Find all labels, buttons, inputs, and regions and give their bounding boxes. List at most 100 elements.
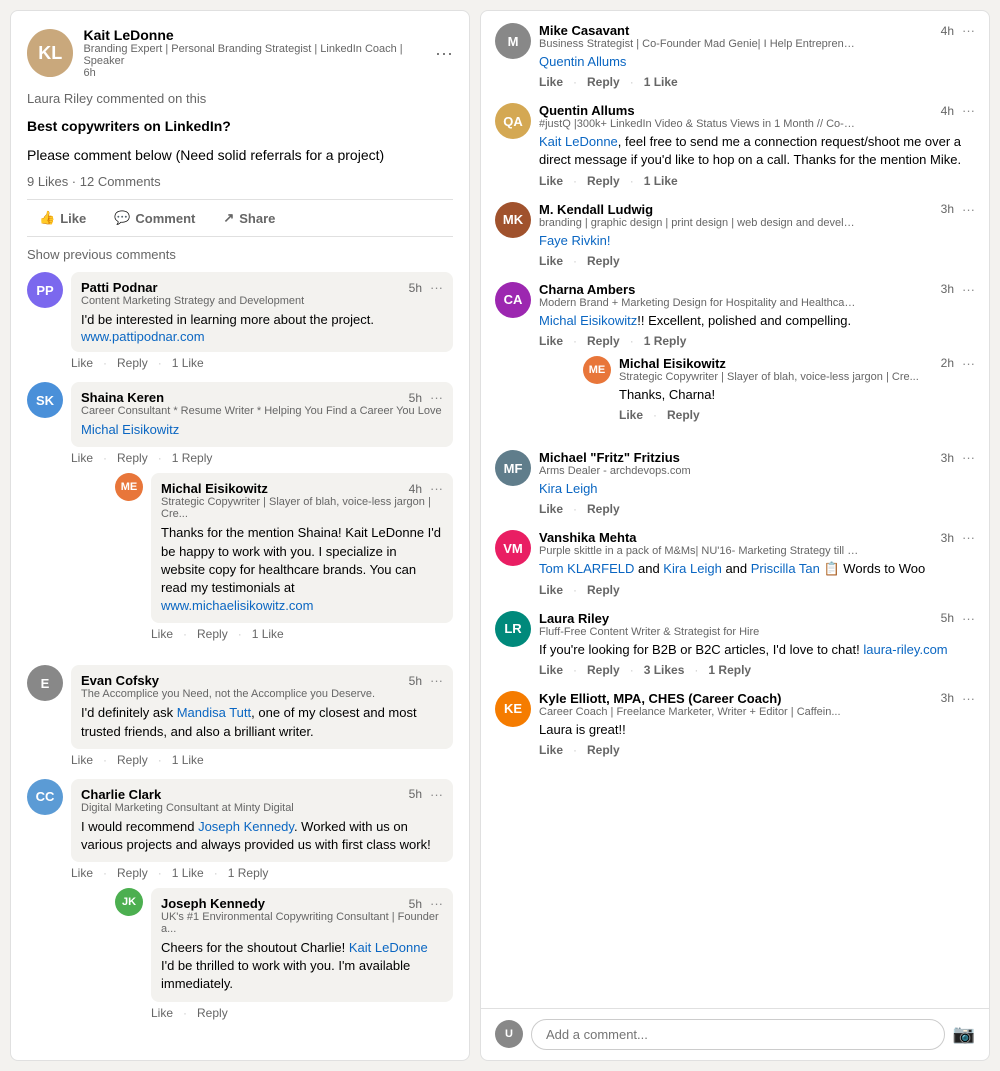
charna-reply-action[interactable]: Reply [587, 334, 620, 348]
rcomment-laura-dots[interactable]: ··· [962, 611, 975, 626]
rcomment-michael-fritz-dots[interactable]: ··· [962, 450, 975, 465]
rcomment-kyle-text: Laura is great!! [539, 721, 975, 739]
vanshika-mention2[interactable]: Kira Leigh [663, 561, 722, 576]
notification-text: Laura Riley commented on this [27, 91, 453, 106]
comment-evan-name: Evan Cofsky [81, 673, 159, 688]
rcomment-michal2-dots[interactable]: ··· [962, 356, 975, 371]
comment-charlie-meta: Like · Reply · 1 Like · 1 Reply [71, 866, 453, 880]
laura-link[interactable]: laura-riley.com [863, 642, 947, 657]
comment-evan-dots[interactable]: ··· [430, 673, 443, 688]
rcomment-charna-body: Charna Ambers Modern Brand + Marketing D… [539, 282, 975, 436]
avatar-patti: PP [27, 272, 63, 308]
comment-michal-header: Michal Eisikowitz 4h ··· [161, 481, 443, 496]
rcomment-vanshika-dots[interactable]: ··· [962, 530, 975, 545]
kendall-mention[interactable]: Faye Rivkin! [539, 233, 611, 248]
vanshika-reply-action[interactable]: Reply [587, 583, 620, 597]
comment-patti-link[interactable]: www.pattipodnar.com [81, 329, 443, 344]
post-header-left: KL Kait LeDonne Branding Expert | Person… [27, 27, 435, 79]
mike-reply-action[interactable]: Reply [587, 75, 620, 89]
camera-icon[interactable]: 📷 [953, 1024, 975, 1045]
rcomment-mike-text: Quentin Allums [539, 53, 975, 71]
patti-like-action[interactable]: Like [71, 356, 93, 370]
mike-like-action[interactable]: Like [539, 75, 563, 89]
comment-charlie: CC Charlie Clark 5h ··· Digital Marketin… [27, 779, 453, 1032]
joseph-like-action[interactable]: Like [151, 1006, 173, 1020]
post-more-button[interactable]: ··· [435, 43, 453, 64]
evan-like-action[interactable]: Like [71, 753, 93, 767]
like-button[interactable]: 👍 Like [27, 204, 98, 232]
comment-joseph-role: UK's #1 Environmental Copywriting Consul… [161, 911, 443, 935]
michal2-reply-action[interactable]: Reply [667, 408, 700, 422]
comment-michal-meta: Like · Reply · 1 Like [151, 627, 453, 641]
evan-mention[interactable]: Mandisa Tutt [177, 705, 251, 720]
rcomment-kendall-name: M. Kendall Ludwig [539, 202, 859, 217]
comment-patti-text: I'd be interested in learning more about… [81, 311, 443, 329]
comment-michal-dots[interactable]: ··· [430, 481, 443, 496]
rcomment-kendall-title: branding | graphic design | print design… [539, 217, 859, 229]
comment-joseph-dots[interactable]: ··· [430, 896, 443, 911]
patti-reply-action[interactable]: Reply [117, 356, 148, 370]
add-comment-input[interactable] [531, 1019, 945, 1050]
charlie-like-action[interactable]: Like [71, 866, 93, 880]
comment-patti-dots[interactable]: ··· [430, 280, 443, 295]
show-previous-comments[interactable]: Show previous comments [27, 247, 453, 262]
rcomment-mike-name: Mike Casavant [539, 23, 859, 38]
comment-joseph-time: 5h [409, 897, 422, 911]
rcomment-charna-dots[interactable]: ··· [962, 282, 975, 297]
rcomment-quentin: QA Quentin Allums #justQ |300k+ LinkedIn… [495, 103, 975, 187]
comment-shaina-header: Shaina Keren 5h ··· [81, 390, 443, 405]
joseph-mention[interactable]: Kait LeDonne [349, 940, 428, 955]
avatar-michal2-r: ME [583, 356, 611, 384]
fritz-mention[interactable]: Kira Leigh [539, 481, 598, 496]
poster-title: Branding Expert | Personal Branding Stra… [83, 43, 435, 67]
joseph-reply-action[interactable]: Reply [197, 1006, 228, 1020]
vanshika-like-action[interactable]: Like [539, 583, 563, 597]
shaina-reply-action[interactable]: Reply [117, 451, 148, 465]
evan-reply-action[interactable]: Reply [117, 753, 148, 767]
quentin-reply-action[interactable]: Reply [587, 174, 620, 188]
comment-joseph-body: Joseph Kennedy 5h ··· UK's #1 Environmen… [151, 888, 453, 1020]
charna-like-action[interactable]: Like [539, 334, 563, 348]
laura-likes-count: 3 Likes [644, 663, 685, 677]
rcomment-mike-dots[interactable]: ··· [962, 23, 975, 38]
rcomment-quentin-dots[interactable]: ··· [962, 103, 975, 118]
laura-like-action[interactable]: Like [539, 663, 563, 677]
shaina-like-action[interactable]: Like [71, 451, 93, 465]
comment-button[interactable]: 💬 Comment [102, 204, 207, 232]
laura-reply-action[interactable]: Reply [587, 663, 620, 677]
vanshika-mention1[interactable]: Tom KLARFELD [539, 561, 634, 576]
charna-mention[interactable]: Michal Eisikowitz [539, 313, 637, 328]
vanshika-mention3[interactable]: Priscilla Tan [751, 561, 820, 576]
rcomment-kyle: KE Kyle Elliott, MPA, CHES (Career Coach… [495, 691, 975, 757]
quentin-like-action[interactable]: Like [539, 174, 563, 188]
share-button[interactable]: ↗ Share [211, 204, 287, 232]
comment-charlie-body: Charlie Clark 5h ··· Digital Marketing C… [71, 779, 453, 1032]
fritz-like-action[interactable]: Like [539, 502, 563, 516]
like-label: Like [60, 211, 86, 226]
right-panel-comments: M Mike Casavant Business Strategist | Co… [481, 11, 989, 1008]
kyle-like-action[interactable]: Like [539, 743, 563, 757]
kyle-reply-action[interactable]: Reply [587, 743, 620, 757]
charlie-reply-action[interactable]: Reply [117, 866, 148, 880]
comment-shaina-dots[interactable]: ··· [430, 390, 443, 405]
kendall-like-action[interactable]: Like [539, 254, 563, 268]
michal2-like-action[interactable]: Like [619, 408, 643, 422]
left-panel: KL Kait LeDonne Branding Expert | Person… [10, 10, 470, 1061]
michal-reply-action[interactable]: Reply [197, 627, 228, 641]
michal-link[interactable]: www.michaelisikowitz.com [161, 598, 313, 613]
kendall-reply-action[interactable]: Reply [587, 254, 620, 268]
michal-like-action[interactable]: Like [151, 627, 173, 641]
right-panel: M Mike Casavant Business Strategist | Co… [480, 10, 990, 1061]
comment-charlie-dots[interactable]: ··· [430, 787, 443, 802]
fritz-reply-action[interactable]: Reply [587, 502, 620, 516]
rcomment-michael-fritz-info: Michael "Fritz" Fritzius Arms Dealer - a… [539, 450, 691, 477]
quentin-mention[interactable]: Kait LeDonne [539, 134, 618, 149]
comment-evan-text: I'd definitely ask Mandisa Tutt, one of … [81, 704, 443, 740]
charlie-mention[interactable]: Joseph Kennedy [198, 819, 294, 834]
rcomment-kyle-dots[interactable]: ··· [962, 691, 975, 706]
rcomment-vanshika: VM Vanshika Mehta Purple skittle in a pa… [495, 530, 975, 596]
mike-mention[interactable]: Quentin Allums [539, 54, 626, 69]
shaina-mention[interactable]: Michal Eisikowitz [81, 422, 179, 437]
rcomment-kendall-dots[interactable]: ··· [962, 202, 975, 217]
rcomment-michal2-body: Michal Eisikowitz Strategic Copywriter |… [619, 356, 975, 422]
